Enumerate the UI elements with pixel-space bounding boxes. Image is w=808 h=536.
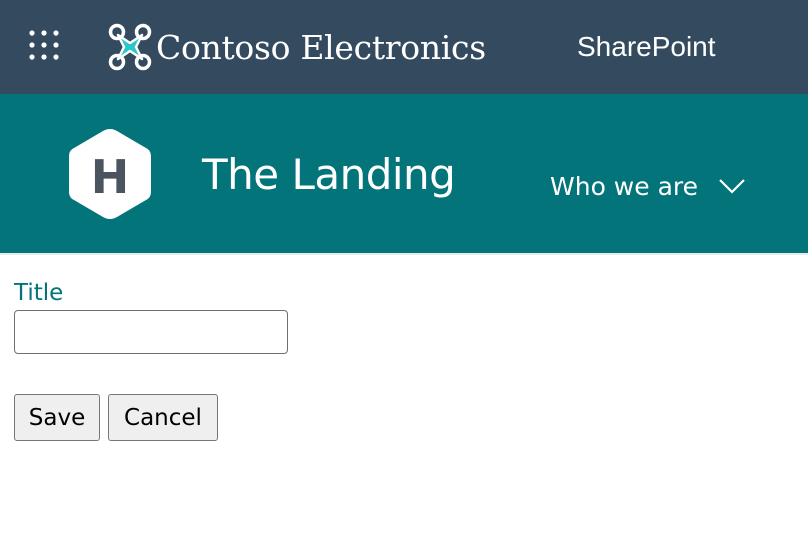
title-input[interactable]	[14, 310, 288, 354]
nav-item-who-we-are[interactable]: Who we are	[550, 168, 746, 204]
suite-bar: Contoso Electronics SharePoint	[0, 0, 808, 94]
edit-form: Title Save Cancel	[14, 278, 288, 441]
nav-item-label: Who we are	[550, 171, 699, 201]
site-logo-letter: H	[91, 150, 130, 204]
drone-logo-icon	[108, 23, 152, 71]
header-divider	[0, 253, 808, 255]
brand[interactable]: Contoso Electronics	[108, 22, 486, 72]
chevron-down-icon	[719, 179, 745, 194]
brand-name: Contoso Electronics	[156, 27, 486, 67]
title-field-label: Title	[14, 280, 64, 306]
cancel-button[interactable]: Cancel	[108, 394, 218, 441]
site-logo[interactable]: H	[67, 127, 153, 221]
site-title[interactable]: The Landing	[202, 150, 456, 199]
save-button[interactable]: Save	[14, 394, 100, 441]
waffle-icon[interactable]	[28, 29, 62, 61]
app-name[interactable]: SharePoint	[577, 31, 716, 63]
